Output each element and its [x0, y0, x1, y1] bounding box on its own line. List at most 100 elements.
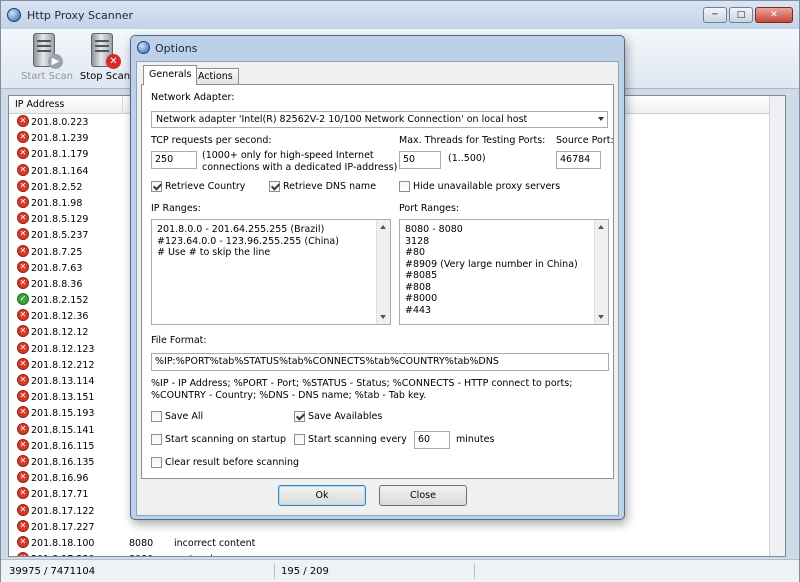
checkbox-empty-icon [151, 411, 162, 422]
tab-generals[interactable]: Generals [143, 65, 198, 85]
ip-cell: ✕ 201.8.0.223 [17, 115, 88, 131]
ip-text: 201.8.12.123 [31, 343, 95, 355]
tab-actions[interactable]: Actions [192, 68, 239, 85]
ip-range-line: 201.8.0.0 - 201.64.255.255 (Brazil) [157, 224, 325, 235]
ip-ranges-scrollbar[interactable] [376, 220, 390, 324]
unavailable-x-icon: ✕ [17, 260, 29, 273]
ip-text: 201.8.0.223 [31, 117, 89, 128]
retrieve-dns-checkbox[interactable]: Retrieve DNS name [269, 181, 376, 192]
network-adapter-select[interactable]: Network adapter 'Intel(R) 82562V-2 10/10… [151, 111, 608, 128]
minimize-button[interactable]: ─ [703, 7, 727, 23]
tcp-hint-line-2: connections with a dedicated IP-address) [202, 162, 398, 173]
ip-cell: ✕ 201.8.16.115 [17, 438, 95, 455]
port-range-line: #8000 [405, 293, 438, 304]
server-stop-icon: ✕ [89, 33, 121, 69]
ip-text: 201.8.18.100 [31, 537, 95, 549]
column-ip-address[interactable]: IP Address [9, 96, 123, 114]
ip-text: 201.8.16.96 [31, 473, 89, 485]
ip-cell: ✕ 201.8.13.151 [17, 390, 94, 406]
retrieve-country-checkbox[interactable]: Retrieve Country [151, 181, 245, 192]
save-availables-checkbox[interactable]: Save Availables [294, 411, 382, 422]
ip-cell: ✕ 201.8.16.135 [17, 454, 94, 471]
network-adapter-label: Network Adapter: [151, 92, 235, 103]
checkbox-empty-icon [294, 434, 305, 445]
file-format-input[interactable]: %IP:%PORT%tab%STATUS%tab%CONNECTS%tab%CO… [151, 353, 609, 371]
ok-button[interactable]: Ok [278, 485, 366, 506]
ip-text: 201.8.16.115 [31, 440, 95, 452]
port-range-line: #80 [405, 247, 426, 258]
unavailable-x-icon: ✕ [17, 438, 29, 451]
clear-result-checkbox[interactable]: Clear result before scanning [151, 457, 299, 468]
ip-cell: ✕ 201.8.17.227 [17, 519, 94, 536]
start-scan-button[interactable]: ▶ Start Scan [19, 31, 75, 87]
unavailable-x-icon: ✕ [17, 487, 29, 500]
ip-cell: ✕ 201.8.16.96 [17, 471, 88, 487]
tcp-requests-input[interactable]: 250 [151, 151, 197, 169]
ip-text: 201.8.1.164 [31, 165, 89, 177]
status-found: 195 / 209 [275, 564, 475, 579]
dialog-body: Generals Actions Network Adapter: Networ… [136, 61, 619, 516]
ip-ranges-textarea[interactable]: 201.8.0.0 - 201.64.255.255 (Brazil) #123… [151, 219, 391, 325]
ip-text: 201.8.17.71 [31, 489, 89, 501]
max-threads-input[interactable]: 50 [399, 151, 441, 169]
ip-cell: ✕ 201.8.1.98 [17, 195, 82, 212]
port-ranges-textarea[interactable]: 8080 - 8080 3128 #80 #8909 (Very large n… [399, 219, 609, 325]
list-scrollbar[interactable] [769, 96, 785, 556]
list-row[interactable]: ✕201.8.17.230 8080 protocol error [9, 552, 779, 556]
unavailable-x-icon: ✕ [17, 406, 29, 419]
tcp-hint-line-1: (1000+ only for high-speed Internet [202, 150, 374, 161]
ip-text: 201.8.2.52 [31, 181, 83, 193]
dialog-title: Options [155, 42, 198, 55]
port-ranges-scrollbar[interactable] [594, 220, 608, 324]
ip-cell: ✕ 201.8.2.52 [17, 179, 83, 196]
port-range-line: 3128 [405, 235, 430, 247]
ip-text: 201.8.13.151 [31, 392, 95, 404]
start-every-input[interactable]: 60 [414, 431, 450, 449]
save-all-checkbox[interactable]: Save All [151, 411, 203, 422]
retrieve-dns-label: Retrieve DNS name [283, 181, 377, 192]
title-bar: Http Proxy Scanner ─ □ ✕ [1, 1, 799, 29]
ip-text: 201.8.12.36 [31, 311, 89, 323]
unavailable-x-icon: ✕ [17, 325, 29, 338]
ip-range-line: # Use # to skip the line [157, 247, 271, 258]
list-row[interactable]: ✕ 201.8.17.227 [9, 519, 779, 536]
ip-text: 201.8.15.141 [31, 424, 95, 436]
hide-unavailable-checkbox[interactable]: Hide unavailable proxy servers [399, 181, 560, 192]
port-range-line: #8085 [405, 270, 438, 281]
ip-cell: ✕ 201.8.12.212 [17, 357, 94, 374]
unavailable-x-icon: ✕ [17, 503, 29, 516]
ip-text: 201.8.1.239 [31, 133, 89, 145]
port-cell: 8080 [129, 537, 154, 549]
port-range-line: #8909 (Very large number in China) [405, 258, 578, 270]
unavailable-x-icon: ✕ [17, 131, 29, 144]
source-port-input[interactable]: 46784 [556, 151, 601, 169]
checkbox-empty-icon [399, 181, 410, 192]
checkbox-checked-icon [269, 181, 280, 192]
unavailable-x-icon: ✕ [17, 115, 29, 127]
ip-cell: ✕ 201.8.1.179 [17, 147, 88, 163]
ip-text: 201.8.1.179 [31, 149, 89, 161]
ip-text: 201.8.13.114 [31, 376, 95, 387]
ip-text: 201.8.7.25 [31, 246, 83, 258]
available-check-icon: ✓ [17, 293, 29, 306]
status-cell: protocol error [174, 552, 239, 556]
generals-page: Network Adapter: Network adapter 'Intel(… [141, 84, 614, 479]
unavailable-x-icon: ✕ [17, 341, 29, 354]
maximize-button[interactable]: □ [729, 7, 753, 23]
ip-cell: ✕ 201.8.18.100 [17, 535, 95, 552]
list-row[interactable]: ✕ 201.8.18.100 8080 incorrect content [9, 535, 779, 552]
start-every-checkbox[interactable]: Start scanning every [294, 434, 407, 445]
network-adapter-value: Network adapter 'Intel(R) 82562V-2 10/10… [156, 114, 528, 125]
file-format-label: File Format: [151, 335, 207, 346]
port-range-line: #808 [405, 281, 432, 293]
start-on-startup-checkbox[interactable]: Start scanning on startup [151, 434, 286, 445]
close-button[interactable]: Close [379, 485, 467, 506]
ip-ranges-label: IP Ranges: [151, 203, 201, 214]
unavailable-x-icon: ✕ [17, 552, 29, 556]
ip-text: 201.8.2.152 [31, 295, 89, 307]
stop-scan-button[interactable]: ✕ Stop Scan [77, 31, 133, 87]
close-window-button[interactable]: ✕ [755, 7, 793, 23]
ip-cell: ✓ 201.8.2.152 [17, 293, 88, 309]
unavailable-x-icon: ✕ [17, 454, 29, 467]
start-scan-label: Start Scan [21, 71, 73, 82]
